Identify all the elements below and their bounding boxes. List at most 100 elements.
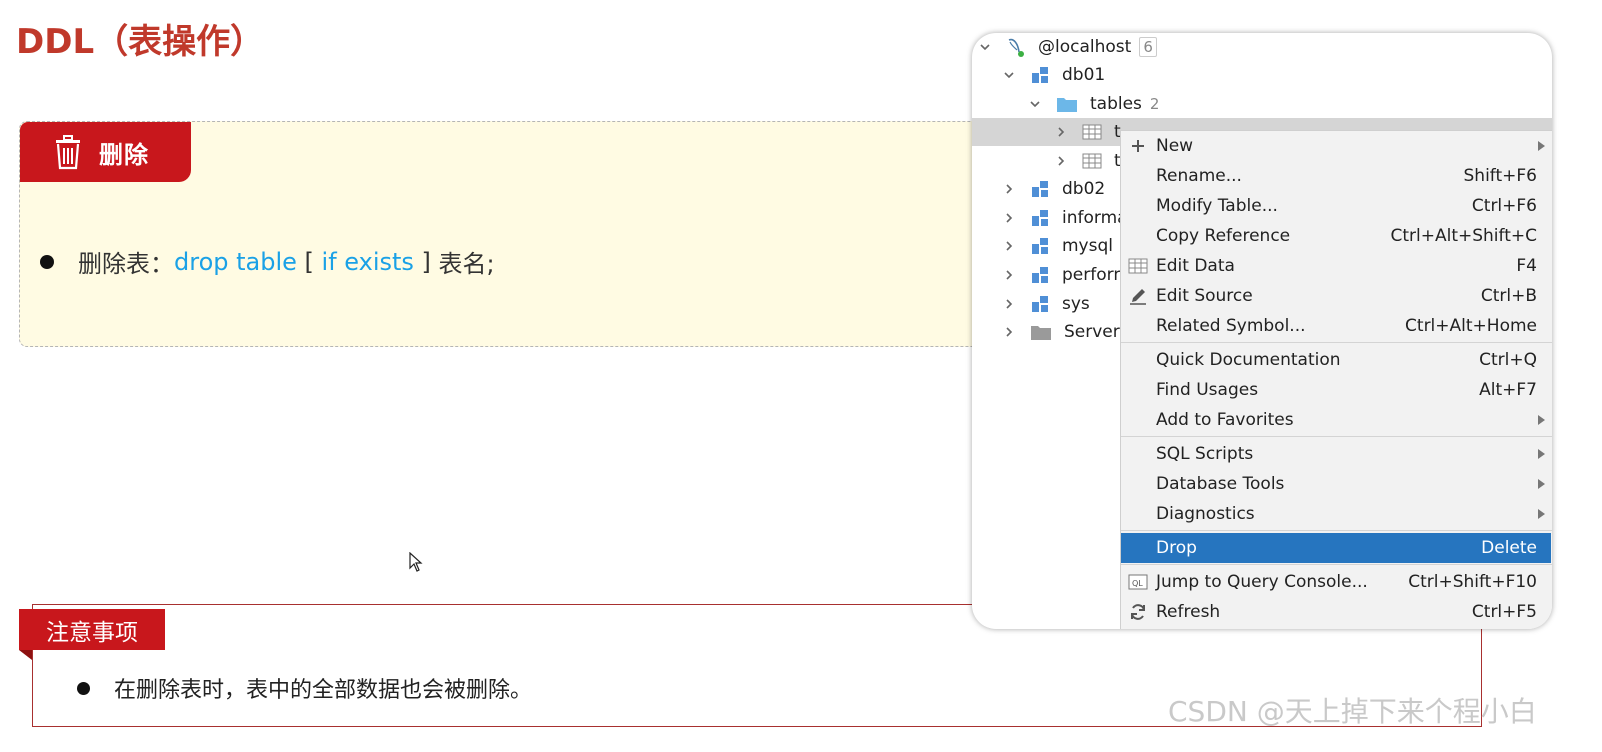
menu-item-shortcut: Delete xyxy=(1481,538,1537,558)
menu-item-shortcut: Ctrl+F5 xyxy=(1471,602,1537,622)
chevron-right-icon[interactable] xyxy=(1002,268,1016,282)
bracket-open: [ xyxy=(296,247,322,276)
tree-item-label: perforn xyxy=(1062,265,1125,285)
schema-icon xyxy=(1032,181,1048,197)
table-icon xyxy=(1082,124,1102,140)
tree-item-label: Server xyxy=(1064,322,1120,342)
menu-item-label: Drop xyxy=(1156,538,1197,558)
tree-item-performance-schema[interactable]: perforn xyxy=(1002,261,1124,289)
menu-item-quick-documentation[interactable]: Quick Documentation Ctrl+Q xyxy=(1121,345,1551,375)
tree-item-label: tables xyxy=(1090,94,1142,114)
tree-item-table[interactable]: t xyxy=(1054,147,1121,175)
bracket-close: ] xyxy=(413,247,439,276)
menu-item-related-symbol[interactable]: Related Symbol... Ctrl+Alt+Home xyxy=(1121,311,1551,341)
svg-text:QL: QL xyxy=(1132,579,1143,588)
menu-item-edit-data[interactable]: Edit Data F4 xyxy=(1121,251,1551,281)
folder-icon xyxy=(1031,326,1051,340)
schema-icon xyxy=(1032,67,1048,83)
pencil-icon xyxy=(1127,285,1149,307)
context-menu: New Rename... Shift+F6 Modify Table... C… xyxy=(1120,130,1552,629)
menu-separator xyxy=(1121,342,1552,343)
tree-item-label: informa xyxy=(1062,208,1128,228)
menu-item-shortcut: F4 xyxy=(1516,256,1537,276)
menu-item-find-usages[interactable]: Find Usages Alt+F7 xyxy=(1121,375,1551,405)
chevron-right-icon[interactable] xyxy=(1002,239,1016,253)
menu-item-edit-source[interactable]: Edit Source Ctrl+B xyxy=(1121,281,1551,311)
tree-item-label: @localhost xyxy=(1038,37,1132,57)
delete-section-tab: 删除 xyxy=(20,122,191,182)
menu-item-label: Modify Table... xyxy=(1156,196,1278,216)
mouse-cursor-icon xyxy=(409,552,423,572)
menu-item-new[interactable]: New xyxy=(1121,131,1551,161)
menu-item-shortcut: Ctrl+F6 xyxy=(1471,196,1537,216)
menu-item-label: Refresh xyxy=(1156,602,1221,622)
schema-icon xyxy=(1032,210,1048,226)
menu-item-label: Rename... xyxy=(1156,166,1242,186)
refresh-icon xyxy=(1127,601,1149,623)
menu-item-copy-reference[interactable]: Copy Reference Ctrl+Alt+Shift+C xyxy=(1121,221,1551,251)
menu-separator xyxy=(1121,564,1552,565)
menu-item-shortcut: Ctrl+Shift+F10 xyxy=(1408,572,1537,592)
menu-item-label: Add to Favorites xyxy=(1156,410,1294,430)
tree-item-sys[interactable]: sys xyxy=(1002,290,1090,318)
tree-item-db01[interactable]: db01 xyxy=(1002,61,1105,89)
tree-item-information-schema[interactable]: informa xyxy=(1002,204,1128,232)
menu-item-jump-to-query-console[interactable]: QL Jump to Query Console... Ctrl+Shift+F… xyxy=(1121,567,1551,597)
menu-separator xyxy=(1121,530,1552,531)
menu-item-shortcut: Ctrl+Q xyxy=(1479,350,1537,370)
menu-item-drop[interactable]: Drop Delete xyxy=(1121,533,1551,563)
chevron-right-icon[interactable] xyxy=(1002,211,1016,225)
chevron-down-icon[interactable] xyxy=(978,40,992,54)
submenu-arrow-icon xyxy=(1538,479,1545,489)
tree-item-db02[interactable]: db02 xyxy=(1002,175,1105,203)
schema-icon xyxy=(1032,238,1048,254)
keyword-if-exists: if exists xyxy=(321,247,414,276)
database-explorer-panel: @localhost 6 db01 tables 2 t t db02 info… xyxy=(972,33,1552,629)
chevron-right-icon[interactable] xyxy=(1054,125,1068,139)
tree-item-tables[interactable]: tables 2 xyxy=(1028,90,1159,118)
tree-item-label: db01 xyxy=(1062,65,1106,85)
tree-item-label: db02 xyxy=(1062,179,1106,199)
chevron-right-icon[interactable] xyxy=(1002,325,1016,339)
menu-item-diagnostics[interactable]: Diagnostics xyxy=(1121,499,1551,529)
plus-icon xyxy=(1127,135,1149,157)
menu-item-modify-table[interactable]: Modify Table... Ctrl+F6 xyxy=(1121,191,1551,221)
menu-item-shortcut: Ctrl+Alt+Home xyxy=(1405,316,1537,336)
mysql-datasource-icon xyxy=(1008,38,1024,57)
tree-item-server-objects[interactable]: Server xyxy=(1002,318,1120,346)
menu-item-label: Copy Reference xyxy=(1156,226,1291,246)
menu-item-shortcut: Alt+F7 xyxy=(1479,380,1537,400)
syntax-prefix: 删除表： xyxy=(78,250,174,278)
menu-item-add-to-favorites[interactable]: Add to Favorites xyxy=(1121,405,1551,435)
menu-item-database-tools[interactable]: Database Tools xyxy=(1121,469,1551,499)
tree-item-label: mysql xyxy=(1062,236,1113,256)
menu-item-label: Related Symbol... xyxy=(1156,316,1306,336)
bullet-dot xyxy=(40,254,54,269)
chevron-right-icon[interactable] xyxy=(1002,297,1016,311)
submenu-arrow-icon xyxy=(1538,509,1545,519)
chevron-down-icon[interactable] xyxy=(1028,97,1042,111)
menu-item-sql-scripts[interactable]: SQL Scripts xyxy=(1121,439,1551,469)
notes-line: 在删除表时，表中的全部数据也会被删除。 xyxy=(77,672,532,704)
tree-item-label: sys xyxy=(1062,294,1090,314)
menu-item-label: Find Usages xyxy=(1156,380,1259,400)
delete-section-box: 删除 删除表： drop table [ if exists ] 表名; xyxy=(19,121,1121,347)
menu-item-label: Diagnostics xyxy=(1156,504,1255,524)
syntax-suffix: 表名; xyxy=(438,250,495,278)
chevron-down-icon[interactable] xyxy=(1002,68,1016,82)
menu-item-label: Edit Source xyxy=(1156,286,1253,306)
schema-icon xyxy=(1032,296,1048,312)
menu-item-shortcut: Shift+F6 xyxy=(1463,166,1537,186)
query-console-icon: QL xyxy=(1127,571,1149,593)
menu-item-rename[interactable]: Rename... Shift+F6 xyxy=(1121,161,1551,191)
keyword-drop-table: drop table xyxy=(174,247,297,276)
menu-item-refresh[interactable]: Refresh Ctrl+F5 xyxy=(1121,597,1551,627)
menu-item-label: Database Tools xyxy=(1156,474,1285,494)
delete-tab-label: 删除 xyxy=(99,140,149,169)
tree-item-localhost[interactable]: @localhost 6 xyxy=(978,33,1157,61)
menu-item-label: Edit Data xyxy=(1156,256,1235,276)
chevron-right-icon[interactable] xyxy=(1054,154,1068,168)
chevron-right-icon[interactable] xyxy=(1002,182,1016,196)
notes-tab: 注意事项 xyxy=(19,609,165,650)
tree-item-mysql[interactable]: mysql xyxy=(1002,232,1113,260)
